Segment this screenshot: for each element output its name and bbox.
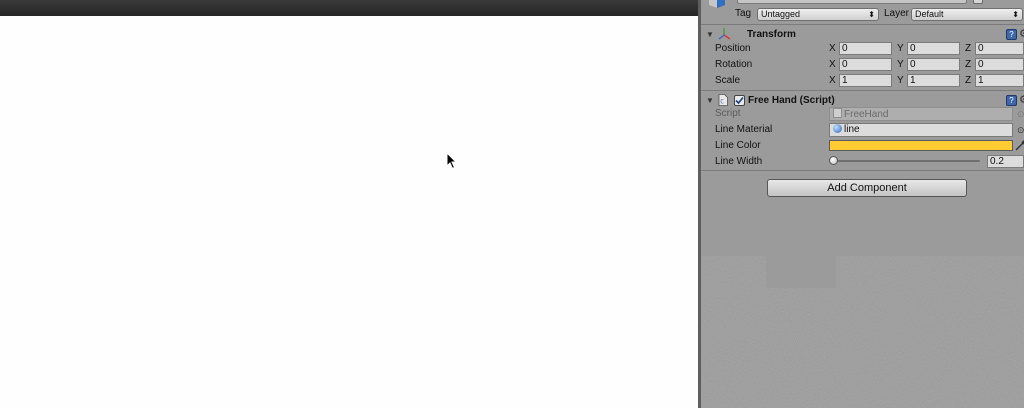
line-material-field[interactable]: line bbox=[829, 123, 1013, 137]
line-width-slider-track[interactable] bbox=[832, 160, 980, 162]
line-material-label: Line Material bbox=[715, 124, 773, 135]
script-field: FreeHand bbox=[829, 107, 1013, 121]
transform-title: Transform bbox=[747, 29, 796, 40]
rotation-x-field[interactable]: 0 bbox=[839, 58, 892, 71]
script-label: Script bbox=[715, 108, 741, 119]
line-color-swatch[interactable] bbox=[829, 140, 1013, 151]
x-axis-label: X bbox=[829, 59, 836, 70]
y-axis-label: Y bbox=[897, 59, 904, 70]
material-sphere-icon bbox=[833, 124, 842, 133]
static-checkbox[interactable] bbox=[973, 0, 983, 4]
z-axis-label: Z bbox=[965, 43, 972, 54]
game-view[interactable] bbox=[0, 16, 698, 408]
gear-icon[interactable]: ⚙ bbox=[1019, 93, 1024, 106]
dropdown-arrow-icon: ⬍ bbox=[868, 10, 875, 19]
script-value: FreeHand bbox=[844, 109, 889, 120]
scale-x-field[interactable]: 1 bbox=[839, 74, 892, 87]
layer-label: Layer bbox=[884, 8, 910, 19]
rotation-label: Rotation bbox=[715, 59, 753, 70]
checkmark-icon bbox=[735, 96, 744, 105]
z-axis-label: Z bbox=[965, 59, 972, 70]
foldout-arrow-icon[interactable]: ▼ bbox=[706, 96, 714, 105]
target-circle-icon: ⊙ bbox=[1017, 109, 1024, 119]
layer-value: Default bbox=[915, 9, 944, 19]
line-width-label: Line Width bbox=[715, 156, 763, 167]
mouse-pointer-icon bbox=[446, 152, 458, 170]
game-view-toolbar bbox=[0, 0, 698, 16]
scale-y-field[interactable]: 1 bbox=[907, 74, 960, 87]
script-file-icon: C bbox=[718, 94, 728, 106]
tag-layer-row: Tag Untagged ⬍ Layer Default ⬍ bbox=[701, 6, 1024, 22]
scale-label: Scale bbox=[715, 75, 741, 86]
tag-label: Tag bbox=[735, 8, 752, 19]
line-material-row: Line Material line ⊙ bbox=[701, 122, 1024, 138]
object-name-field[interactable] bbox=[737, 0, 967, 4]
line-color-label: Line Color bbox=[715, 140, 761, 151]
position-y-field[interactable]: 0 bbox=[907, 42, 960, 55]
tag-value: Untagged bbox=[761, 9, 801, 19]
help-book-icon[interactable]: ? bbox=[1006, 95, 1017, 106]
component-divider bbox=[701, 170, 1024, 171]
help-book-icon[interactable]: ? bbox=[1006, 29, 1017, 40]
dropdown-arrow-icon: ⬍ bbox=[1012, 10, 1019, 19]
position-label: Position bbox=[715, 43, 751, 54]
line-width-slider-handle[interactable] bbox=[829, 156, 838, 165]
line-width-field[interactable]: 0.2 bbox=[987, 155, 1024, 168]
eyedropper-icon[interactable] bbox=[1015, 139, 1024, 151]
x-axis-label: X bbox=[829, 43, 836, 54]
scale-z-field[interactable]: 1 bbox=[975, 74, 1024, 87]
target-circle-icon[interactable]: ⊙ bbox=[1017, 125, 1024, 136]
foldout-arrow-icon[interactable]: ▼ bbox=[706, 30, 714, 39]
transform-component: ▼ Transform ? ⚙ Position X 0 Y 0 Z 0 Rot… bbox=[701, 24, 1024, 92]
tag-dropdown[interactable]: Untagged ⬍ bbox=[757, 8, 879, 21]
line-width-row: Line Width 0.2 bbox=[701, 154, 1024, 170]
y-axis-label: Y bbox=[897, 75, 904, 86]
inspector-panel: Tag Untagged ⬍ Layer Default ⬍ ▼ Transform… bbox=[698, 0, 1024, 408]
transform-axes-icon bbox=[718, 28, 731, 40]
rotation-y-field[interactable]: 0 bbox=[907, 58, 960, 71]
transform-row-scale: Scale X 1 Y 1 Z 1 bbox=[701, 73, 1024, 89]
gear-icon[interactable]: ⚙ bbox=[1019, 27, 1024, 40]
component-enabled-checkbox[interactable] bbox=[734, 95, 745, 106]
script-field-row: Script FreeHand ⊙ bbox=[701, 106, 1024, 122]
layer-dropdown[interactable]: Default ⬍ bbox=[911, 8, 1023, 21]
freehand-title: Free Hand (Script) bbox=[748, 95, 835, 106]
inspector-empty-area bbox=[701, 256, 1024, 408]
transform-row-rotation: Rotation X 0 Y 0 Z 0 bbox=[701, 57, 1024, 73]
transform-row-position: Position X 0 Y 0 Z 0 bbox=[701, 41, 1024, 57]
add-component-button[interactable]: Add Component bbox=[767, 179, 967, 197]
y-axis-label: Y bbox=[897, 43, 904, 54]
line-material-value: line bbox=[844, 124, 860, 135]
x-axis-label: X bbox=[829, 75, 836, 86]
position-z-field[interactable]: 0 bbox=[975, 42, 1024, 55]
position-x-field[interactable]: 0 bbox=[839, 42, 892, 55]
script-file-icon bbox=[833, 108, 842, 118]
rotation-z-field[interactable]: 0 bbox=[975, 58, 1024, 71]
svg-text:C: C bbox=[720, 99, 724, 106]
z-axis-label: Z bbox=[965, 75, 972, 86]
